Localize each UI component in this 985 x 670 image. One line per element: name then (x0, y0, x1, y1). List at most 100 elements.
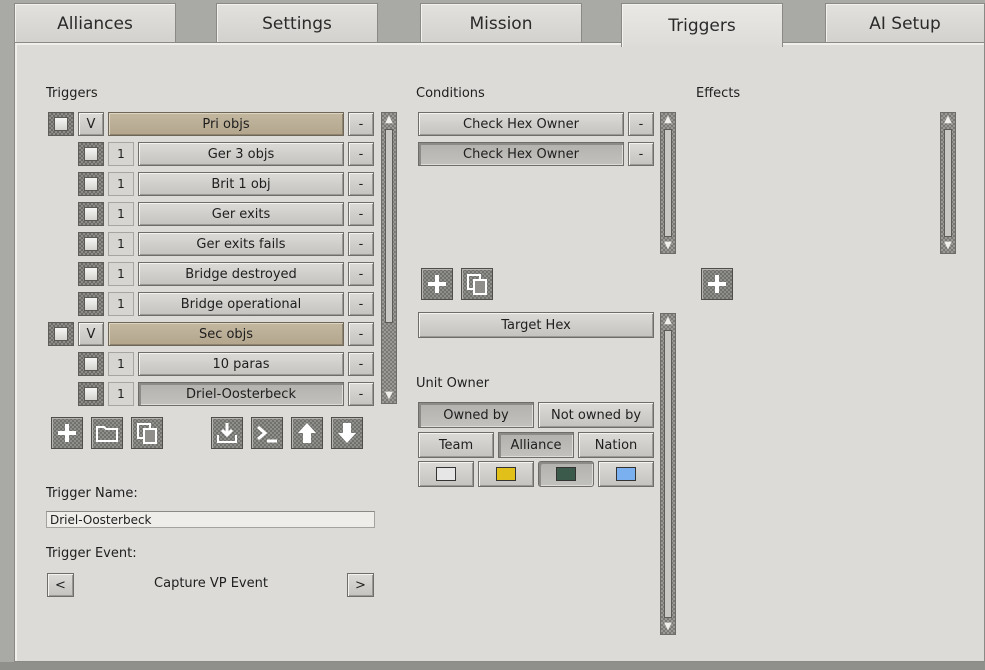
move-down-button[interactable] (331, 417, 363, 449)
trigger-checkbox[interactable] (78, 382, 104, 406)
triggers-scrollbar[interactable]: ▲ ▼ (381, 112, 397, 404)
remove-condition-button[interactable]: - (628, 112, 654, 136)
effects-heading: Effects (696, 86, 741, 101)
trigger-group-checkbox[interactable] (48, 112, 74, 136)
scroll-thumb[interactable] (664, 330, 672, 618)
trigger-count: 1 (108, 292, 134, 316)
bottom-edge (0, 662, 985, 670)
trigger-button[interactable]: Ger exits fails (138, 232, 344, 256)
trigger-checkbox[interactable] (78, 142, 104, 166)
triggers-heading: Triggers (46, 86, 98, 101)
nation-button[interactable]: Nation (578, 432, 654, 458)
copy-icon (467, 274, 487, 295)
scroll-thumb[interactable] (944, 129, 952, 237)
trigger-checkbox[interactable] (78, 352, 104, 376)
remove-trigger-button[interactable]: - (348, 142, 374, 166)
owner-color-swatch[interactable] (478, 461, 534, 487)
event-next-button[interactable]: > (347, 573, 374, 597)
event-prev-button[interactable]: < (47, 573, 74, 597)
remove-trigger-button[interactable]: - (348, 202, 374, 226)
group-toggle-button[interactable]: V (78, 322, 104, 346)
condition-button[interactable]: Check Hex Owner (418, 112, 624, 136)
trigger-button[interactable]: Driel-Oosterbeck (138, 382, 344, 406)
trigger-checkbox[interactable] (78, 202, 104, 226)
tab-label: Settings (262, 13, 332, 34)
move-up-icon (298, 423, 316, 443)
trigger-button[interactable]: 10 paras (138, 352, 344, 376)
remove-trigger-button[interactable]: - (348, 322, 374, 346)
checkbox-box (84, 357, 98, 371)
remove-trigger-button[interactable]: - (348, 232, 374, 256)
checkbox-box (84, 387, 98, 401)
trigger-name-input[interactable]: Driel-Oosterbeck (46, 511, 375, 528)
scroll-thumb[interactable] (664, 129, 672, 237)
owner-color-swatch[interactable] (418, 461, 474, 487)
add-effect-button[interactable] (701, 268, 733, 300)
remove-trigger-button[interactable]: - (348, 172, 374, 196)
checkbox-box (84, 147, 98, 161)
scroll-down-icon[interactable]: ▼ (662, 240, 674, 252)
checkbox-box (84, 267, 98, 281)
trigger-button[interactable]: Ger 3 objs (138, 142, 344, 166)
conditions-heading: Conditions (416, 86, 485, 101)
condition-button[interactable]: Check Hex Owner (418, 142, 624, 166)
remove-trigger-button[interactable]: - (348, 292, 374, 316)
trigger-group-button[interactable]: Sec objs (108, 322, 344, 346)
conditions-scrollbar[interactable]: ▲ ▼ (660, 112, 676, 254)
scroll-down-icon[interactable]: ▼ (383, 390, 395, 402)
tab-settings[interactable]: Settings (216, 3, 378, 43)
tab-alliances[interactable]: Alliances (14, 3, 176, 43)
trigger-group-button[interactable]: Pri objs (108, 112, 344, 136)
remove-trigger-button[interactable]: - (348, 262, 374, 286)
copy-condition-button[interactable] (461, 268, 493, 300)
scroll-thumb[interactable] (385, 129, 393, 323)
alliance-button[interactable]: Alliance (498, 432, 574, 458)
scroll-up-icon[interactable]: ▲ (662, 114, 674, 126)
condition-detail-scrollbar[interactable]: ▲ ▼ (660, 313, 676, 635)
remove-condition-button[interactable]: - (628, 142, 654, 166)
trigger-button[interactable]: Brit 1 obj (138, 172, 344, 196)
add-icon (58, 424, 76, 442)
remove-trigger-button[interactable]: - (348, 112, 374, 136)
console-button[interactable] (251, 417, 283, 449)
owner-color-swatch[interactable] (598, 461, 654, 487)
remove-trigger-button[interactable]: - (348, 382, 374, 406)
add-trigger-button[interactable] (51, 417, 83, 449)
copy-trigger-button[interactable] (131, 417, 163, 449)
scroll-up-icon[interactable]: ▲ (383, 114, 395, 126)
scroll-up-icon[interactable]: ▲ (942, 114, 954, 126)
trigger-checkbox[interactable] (78, 232, 104, 256)
add-icon (708, 275, 726, 293)
tab-triggers[interactable]: Triggers (621, 3, 783, 47)
owner-color-swatch[interactable] (538, 461, 594, 487)
checkbox-box (54, 327, 68, 341)
remove-trigger-button[interactable]: - (348, 352, 374, 376)
scroll-down-icon[interactable]: ▼ (942, 240, 954, 252)
team-button[interactable]: Team (418, 432, 494, 458)
trigger-count: 1 (108, 142, 134, 166)
trigger-checkbox[interactable] (78, 262, 104, 286)
tab-label: AI Setup (869, 13, 941, 34)
tab-mission[interactable]: Mission (420, 3, 582, 43)
trigger-button[interactable]: Bridge operational (138, 292, 344, 316)
scroll-down-icon[interactable]: ▼ (662, 621, 674, 633)
target-hex-button[interactable]: Target Hex (418, 312, 654, 338)
unit-owner-label: Unit Owner (416, 376, 490, 391)
move-up-button[interactable] (291, 417, 323, 449)
owned-by-button[interactable]: Owned by (418, 402, 534, 428)
not-owned-by-button[interactable]: Not owned by (538, 402, 654, 428)
trigger-group-checkbox[interactable] (48, 322, 74, 346)
trigger-button[interactable]: Ger exits (138, 202, 344, 226)
add-folder-button[interactable] (91, 417, 123, 449)
group-toggle-button[interactable]: V (78, 112, 104, 136)
add-condition-button[interactable] (421, 268, 453, 300)
effects-scrollbar[interactable]: ▲ ▼ (940, 112, 956, 254)
trigger-checkbox[interactable] (78, 172, 104, 196)
trigger-checkbox[interactable] (78, 292, 104, 316)
scroll-up-icon[interactable]: ▲ (662, 315, 674, 327)
trigger-count: 1 (108, 172, 134, 196)
tab-ai-setup[interactable]: AI Setup (825, 3, 985, 43)
trigger-event-label: Trigger Event: (46, 546, 137, 561)
trigger-button[interactable]: Bridge destroyed (138, 262, 344, 286)
import-trigger-button[interactable] (211, 417, 243, 449)
